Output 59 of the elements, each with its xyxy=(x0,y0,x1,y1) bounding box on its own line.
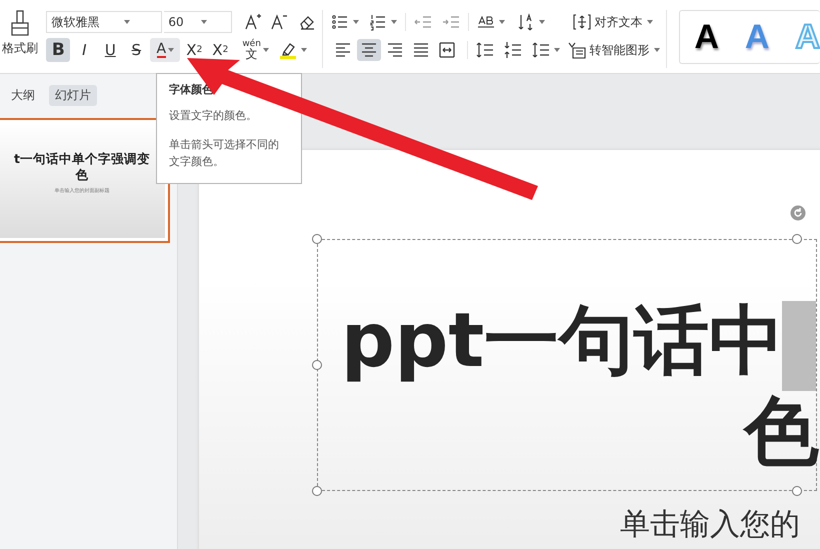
bold-button[interactable]: B xyxy=(46,38,70,62)
caret-icon xyxy=(499,20,506,24)
slide-title: ppt一句话中 xyxy=(341,295,784,385)
highlighter-icon[interactable] xyxy=(278,41,297,59)
underline-button[interactable]: U xyxy=(98,38,122,62)
caret-icon xyxy=(539,20,546,24)
panel-tab[interactable]: 幻灯片 xyxy=(49,85,97,106)
align-justify-icon xyxy=(412,41,430,59)
align-center-icon xyxy=(360,41,378,59)
tooltip-text: 设置文字的颜色。 xyxy=(169,108,258,124)
vertical-align-icon xyxy=(573,13,592,31)
slide-title: 色 xyxy=(744,389,819,473)
phonetic-guide-button[interactable]: wén 文 xyxy=(242,39,269,61)
align-right-icon xyxy=(386,41,404,59)
bulleted-list-icon[interactable] xyxy=(331,13,350,31)
caret-icon xyxy=(647,20,654,24)
strike-button[interactable]: S xyxy=(124,38,148,62)
caret-icon xyxy=(554,48,560,52)
tooltip-text: 单击箭头可选择不同的文字颜色。 xyxy=(169,137,280,170)
slide-subtitle: 单击输入您的 xyxy=(620,506,800,544)
resize-handle[interactable] xyxy=(312,486,322,496)
spacing-options-icon[interactable] xyxy=(532,41,550,59)
thumbnail-title: 色 xyxy=(76,167,88,183)
text-box-selection[interactable]: ppt一句话中 色 xyxy=(317,239,817,491)
font-name-dropdown[interactable]: 微软雅黑 xyxy=(46,11,162,33)
increase-font-size-icon[interactable] xyxy=(244,13,262,31)
decrease-font-size-icon[interactable] xyxy=(270,13,288,31)
script-button[interactable]: X$^{2}$ xyxy=(182,38,206,62)
format-painter-button[interactable]: 格式刷 xyxy=(2,40,38,57)
rotate-handle-icon[interactable] xyxy=(790,205,806,221)
thumbnail-title: t一句话中单个字强调变 xyxy=(14,151,150,167)
caret-icon xyxy=(353,20,360,24)
resize-handle[interactable] xyxy=(312,360,322,370)
resize-handle[interactable] xyxy=(312,234,322,244)
italic-button[interactable]: I xyxy=(72,38,96,62)
paintbrush-icon[interactable] xyxy=(10,10,30,36)
font-size-dropdown[interactable]: 60 xyxy=(164,11,232,33)
paragraph-spacing-icon[interactable] xyxy=(504,41,522,59)
align-center-button[interactable] xyxy=(357,39,382,61)
line-spacing-icon[interactable] xyxy=(476,41,494,59)
caret-icon xyxy=(654,48,660,52)
caret-icon xyxy=(201,20,208,24)
caret-icon xyxy=(124,20,130,24)
caret-icon xyxy=(300,48,307,52)
numbered-list-icon[interactable] xyxy=(369,13,388,31)
convert-to-smartart-button[interactable]: 转智能图形 xyxy=(568,41,660,59)
text-direction-icon[interactable] xyxy=(517,13,536,31)
diagram-icon xyxy=(568,41,586,59)
caret-icon xyxy=(391,20,398,24)
resize-handle[interactable] xyxy=(792,234,802,244)
panel-tab[interactable]: 大纲 xyxy=(5,85,41,106)
font-color-button[interactable]: A xyxy=(150,38,180,62)
caret-icon xyxy=(262,48,269,52)
resize-handle[interactable] xyxy=(792,486,802,496)
align-text-button[interactable]: 对齐文本 xyxy=(573,13,654,31)
align-left-icon xyxy=(334,41,352,59)
caret-icon xyxy=(168,48,174,52)
text-style-preset[interactable]: A xyxy=(694,18,719,56)
align-distributed-icon xyxy=(438,41,456,59)
